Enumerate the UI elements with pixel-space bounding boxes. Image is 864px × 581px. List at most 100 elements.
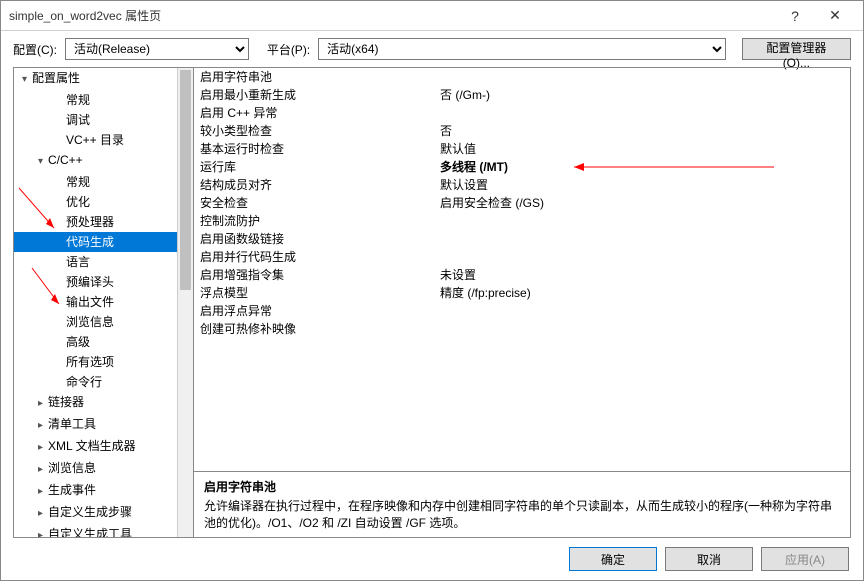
window-title: simple_on_word2vec 属性页 [9,7,775,24]
property-grid[interactable]: 启用字符串池启用最小重新生成否 (/Gm-)启用 C++ 异常较小类型检查否基本… [194,68,850,471]
tree-item[interactable]: 优化 [14,192,193,212]
tree-item[interactable]: 所有选项 [14,352,193,372]
tree-expand-icon[interactable]: ▸ [38,460,48,480]
property-label: 控制流防护 [200,212,440,230]
tree-item[interactable]: ▸链接器 [14,392,193,414]
property-value[interactable] [440,68,844,86]
tree-item-label: 自定义生成工具 [48,527,132,537]
tree-item-label: 命令行 [66,375,102,389]
tree-item-label: VC++ 目录 [66,133,124,147]
help-button[interactable]: ? [775,8,815,24]
tree-item-label: 清单工具 [48,417,96,431]
apply-button[interactable]: 应用(A) [761,547,849,571]
tree-item-label: 所有选项 [66,355,114,369]
tree-item[interactable]: 调试 [14,110,193,130]
property-label: 基本运行时检查 [200,140,440,158]
tree-expand-icon[interactable]: ▸ [38,526,48,537]
tree-item-selected[interactable]: 代码生成 [14,232,193,252]
tree-item[interactable]: ▸浏览信息 [14,458,193,480]
tree-scrollbar[interactable] [177,68,193,537]
property-row[interactable]: 启用函数级链接 [194,230,850,248]
property-label: 启用增强指令集 [200,266,440,284]
property-row[interactable]: 控制流防护 [194,212,850,230]
property-value[interactable]: 否 (/Gm-) [440,86,844,104]
tree-item-label: 预处理器 [66,215,114,229]
property-value[interactable] [440,320,844,338]
tree-expand-icon[interactable]: ▾ [38,152,48,172]
tree-item-label: 浏览信息 [66,315,114,329]
tree-item[interactable]: 预处理器 [14,212,193,232]
tree-expand-icon[interactable]: ▾ [22,70,32,90]
tree-expand-icon[interactable]: ▸ [38,438,48,458]
config-manager-button[interactable]: 配置管理器(O)... [742,38,851,60]
ok-button[interactable]: 确定 [569,547,657,571]
property-value[interactable]: 未设置 [440,266,844,284]
property-row[interactable]: 启用最小重新生成否 (/Gm-) [194,86,850,104]
property-label: 启用最小重新生成 [200,86,440,104]
property-row[interactable]: 启用 C++ 异常 [194,104,850,122]
property-row[interactable]: 创建可热修补映像 [194,320,850,338]
property-row[interactable]: 结构成员对齐默认设置 [194,176,850,194]
property-label: 启用函数级链接 [200,230,440,248]
property-value[interactable] [440,230,844,248]
property-value[interactable]: 否 [440,122,844,140]
property-row[interactable]: 启用浮点异常 [194,302,850,320]
tree-item[interactable]: 高级 [14,332,193,352]
tree-item[interactable]: 常规 [14,90,193,110]
tree-item-label: 代码生成 [66,235,114,249]
tree-item-label: 输出文件 [66,295,114,309]
nav-tree[interactable]: ▾配置属性常规调试VC++ 目录▾C/C++常规优化预处理器代码生成语言预编译头… [14,68,194,537]
property-pane: 启用字符串池启用最小重新生成否 (/Gm-)启用 C++ 异常较小类型检查否基本… [194,68,850,537]
property-value[interactable] [440,248,844,266]
property-row[interactable]: 启用并行代码生成 [194,248,850,266]
tree-item[interactable]: VC++ 目录 [14,130,193,150]
tree-expand-icon[interactable]: ▸ [38,416,48,436]
tree-item[interactable]: ▸自定义生成工具 [14,524,193,537]
property-value[interactable] [440,212,844,230]
property-row[interactable]: 启用增强指令集未设置 [194,266,850,284]
property-value[interactable]: 多线程 (/MT) [440,158,844,176]
scrollbar-thumb[interactable] [180,70,191,290]
tree-item-label: 配置属性 [32,71,80,85]
platform-select[interactable]: 活动(x64) [318,38,726,60]
property-label: 启用 C++ 异常 [200,104,440,122]
tree-item[interactable]: 浏览信息 [14,312,193,332]
tree-expand-icon[interactable]: ▸ [38,394,48,414]
property-row[interactable]: 浮点模型精度 (/fp:precise) [194,284,850,302]
tree-item[interactable]: ▸生成事件 [14,480,193,502]
property-value[interactable]: 默认值 [440,140,844,158]
tree-item-label: 生成事件 [48,483,96,497]
property-row[interactable]: 启用字符串池 [194,68,850,86]
property-label: 安全检查 [200,194,440,212]
tree-item[interactable]: ▸清单工具 [14,414,193,436]
tree-item[interactable]: 命令行 [14,372,193,392]
tree-item[interactable]: 输出文件 [14,292,193,312]
tree-item[interactable]: 常规 [14,172,193,192]
description-panel: 启用字符串池 允许编译器在执行过程中，在程序映像和内存中创建相同字符串的单个只读… [194,471,850,537]
tree-item[interactable]: ▾配置属性 [14,68,193,90]
tree-item[interactable]: ▾C/C++ [14,150,193,172]
tree-expand-icon[interactable]: ▸ [38,482,48,502]
tree-item[interactable]: ▸自定义生成步骤 [14,502,193,524]
tree-expand-icon[interactable]: ▸ [38,504,48,524]
property-label: 启用并行代码生成 [200,248,440,266]
property-value[interactable]: 精度 (/fp:precise) [440,284,844,302]
property-value[interactable]: 默认设置 [440,176,844,194]
property-value[interactable]: 启用安全检查 (/GS) [440,194,844,212]
tree-item[interactable]: 预编译头 [14,272,193,292]
config-select[interactable]: 活动(Release) [65,38,249,60]
property-row[interactable]: 较小类型检查否 [194,122,850,140]
close-button[interactable]: ✕ [815,7,855,24]
tree-item[interactable]: ▸XML 文档生成器 [14,436,193,458]
tree-item[interactable]: 语言 [14,252,193,272]
property-row[interactable]: 基本运行时检查默认值 [194,140,850,158]
tree-item-label: 浏览信息 [48,461,96,475]
cancel-button[interactable]: 取消 [665,547,753,571]
property-row[interactable]: 运行库多线程 (/MT) [194,158,850,176]
tree-item-label: 自定义生成步骤 [48,505,132,519]
property-value[interactable] [440,302,844,320]
property-row[interactable]: 安全检查启用安全检查 (/GS) [194,194,850,212]
property-value[interactable] [440,104,844,122]
property-label: 启用浮点异常 [200,302,440,320]
property-label: 运行库 [200,158,440,176]
